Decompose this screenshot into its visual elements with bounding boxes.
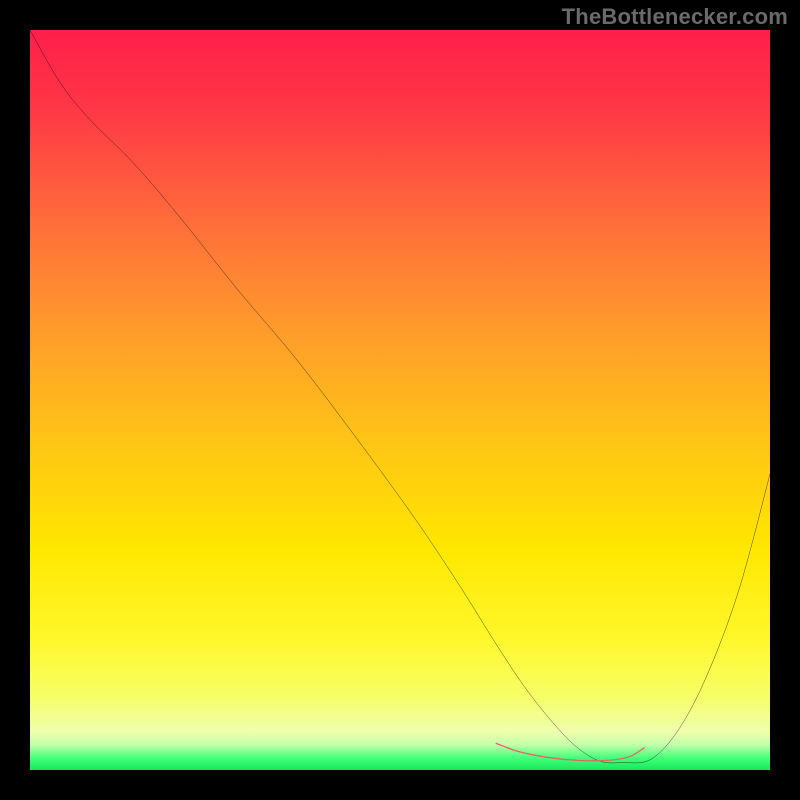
background-gradient	[30, 30, 770, 770]
chart-frame: TheBottlenecker.com	[0, 0, 800, 800]
plot-area	[30, 30, 770, 770]
watermark-text: TheBottlenecker.com	[562, 4, 788, 30]
